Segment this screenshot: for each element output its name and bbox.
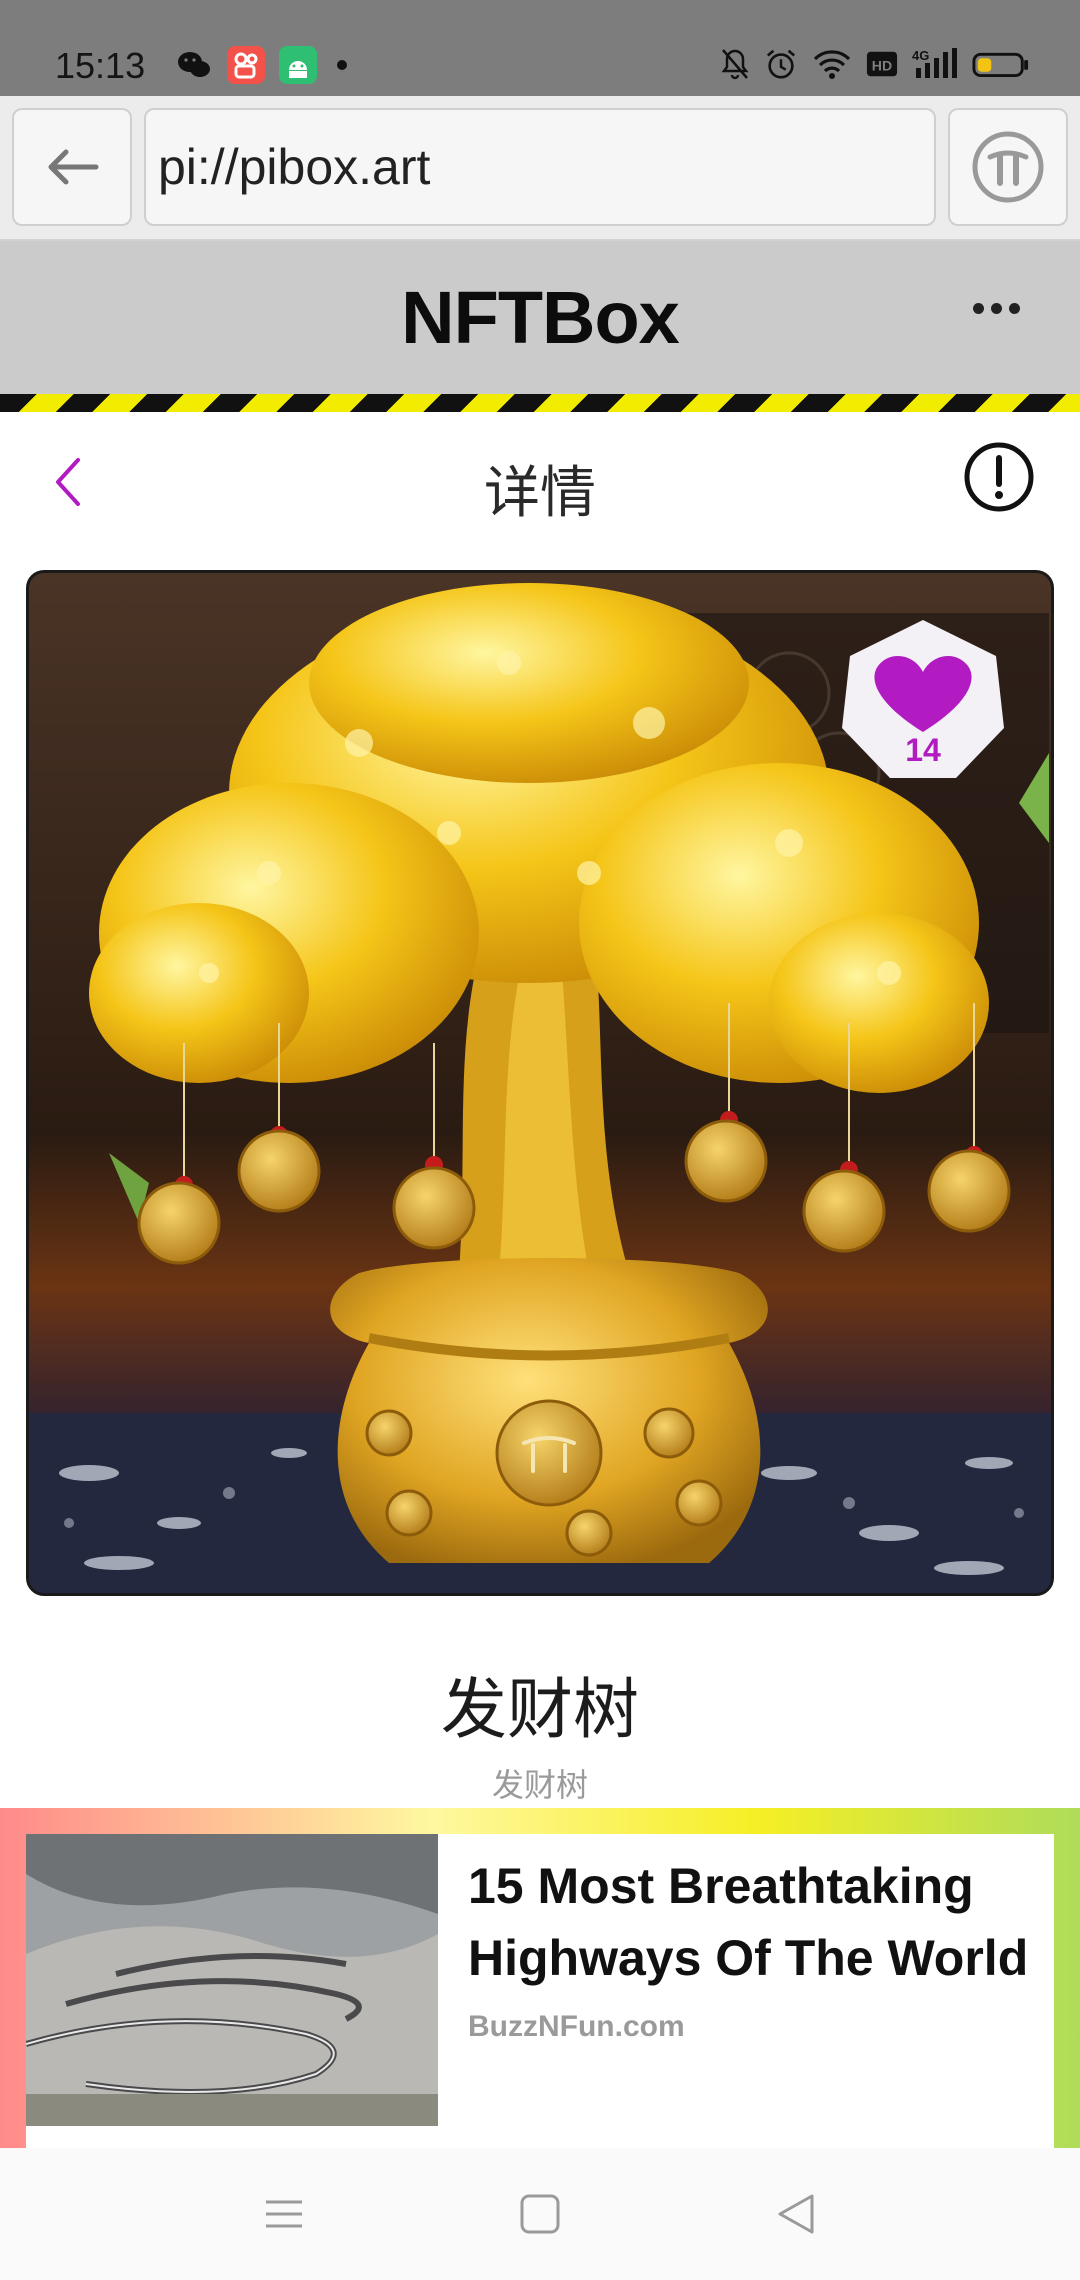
nft-name: 发财树 <box>441 1671 639 1748</box>
browser-toolbar: pi://pibox.art <box>0 96 1080 241</box>
android-app-icon <box>279 46 317 84</box>
browser-back-button[interactable] <box>12 108 132 226</box>
like-count: 14 <box>905 732 941 768</box>
status-time: 15:13 <box>55 45 146 86</box>
battery-icon <box>972 52 1029 78</box>
app-header: NFTBox <box>0 241 1080 394</box>
like-badge[interactable]: 14 <box>838 620 1008 780</box>
menu-icon[interactable] <box>262 2192 306 2236</box>
system-nav-bar <box>0 2148 1080 2280</box>
exclamation-circle-icon[interactable] <box>962 440 1036 514</box>
status-bar: 15:13 HD 4G <box>0 0 1080 96</box>
hazard-stripe-divider <box>0 394 1080 412</box>
kuaishou-icon <box>227 46 265 84</box>
nft-subtitle: 发财树 <box>491 1766 588 1804</box>
app-title: NFTBox <box>401 276 680 359</box>
screen: 15:13 HD 4G pi://pibox.art NFTBox 详情 14 … <box>0 0 1080 2280</box>
back-triangle-icon[interactable] <box>774 2192 818 2236</box>
status-app-icons <box>175 46 347 84</box>
ad-card[interactable]: 15 Most Breathtaking Highways Of The Wor… <box>26 1834 1054 2148</box>
page-title: 详情 <box>484 461 596 526</box>
wifi-icon <box>813 50 851 79</box>
more-dots-icon[interactable] <box>973 303 1020 314</box>
alarm-icon <box>766 49 796 79</box>
arrow-left-icon <box>48 149 99 185</box>
more-notifications-dot <box>337 60 347 70</box>
network-label: 4G <box>912 48 929 63</box>
hd-icon: HD <box>866 51 898 77</box>
url-field[interactable]: pi://pibox.art <box>144 108 936 226</box>
pi-logo-icon <box>972 131 1044 203</box>
ad-source[interactable]: BuzzNFun.com <box>468 2010 685 2044</box>
status-indicators: HD 4G <box>720 46 1030 82</box>
ad-headline[interactable]: 15 Most Breathtaking Highways Of The Wor… <box>468 1850 1048 1994</box>
pi-browser-button[interactable] <box>948 108 1068 226</box>
mute-icon <box>721 49 749 80</box>
4g-signal-icon: 4G <box>912 48 957 78</box>
ad-thumbnail[interactable] <box>26 1834 438 2126</box>
detail-nav-bar: 详情 <box>0 412 1080 542</box>
wechat-icon <box>175 46 213 84</box>
hd-label: HD <box>872 58 892 74</box>
home-square-icon[interactable] <box>518 2192 562 2236</box>
